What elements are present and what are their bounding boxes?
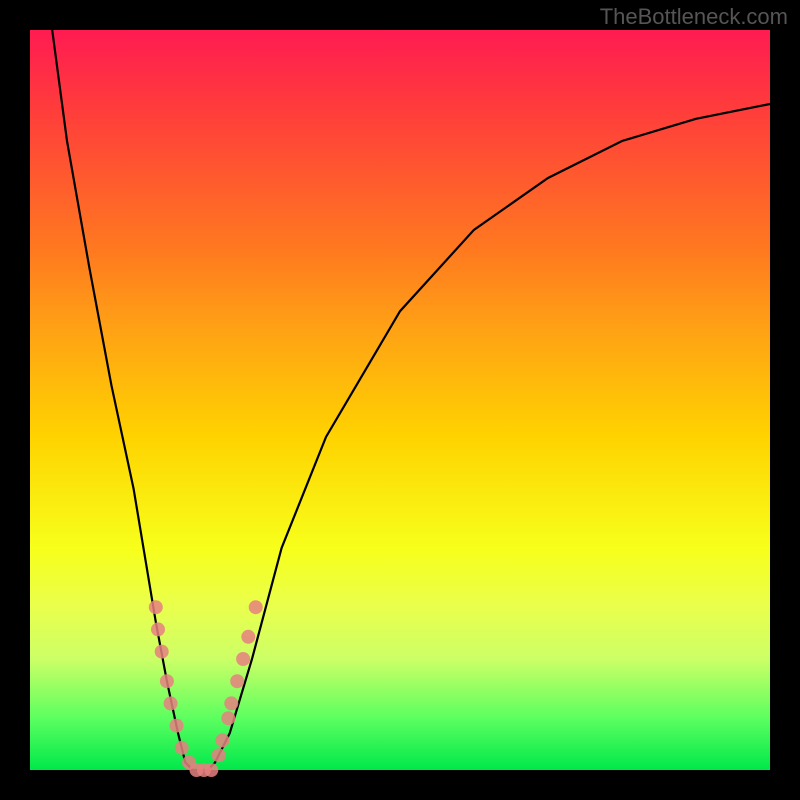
- marker-point: [175, 741, 189, 755]
- curve-layer: [30, 30, 770, 770]
- marker-point: [215, 733, 229, 747]
- marker-point: [164, 696, 178, 710]
- marker-point: [221, 711, 235, 725]
- marker-point: [151, 622, 165, 636]
- bottleneck-curve: [52, 30, 770, 770]
- marker-point: [236, 652, 250, 666]
- marker-point: [241, 630, 255, 644]
- marker-point: [212, 748, 226, 762]
- marker-point: [155, 645, 169, 659]
- chart-container: TheBottleneck.com: [0, 0, 800, 800]
- watermark-label: TheBottleneck.com: [600, 4, 788, 30]
- marker-point: [160, 674, 174, 688]
- marker-point: [149, 600, 163, 614]
- marker-point: [249, 600, 263, 614]
- marker-point: [230, 674, 244, 688]
- marker-point: [224, 696, 238, 710]
- marker-point: [170, 719, 184, 733]
- marker-cluster: [149, 600, 263, 777]
- marker-point: [204, 763, 218, 777]
- plot-area: [30, 30, 770, 770]
